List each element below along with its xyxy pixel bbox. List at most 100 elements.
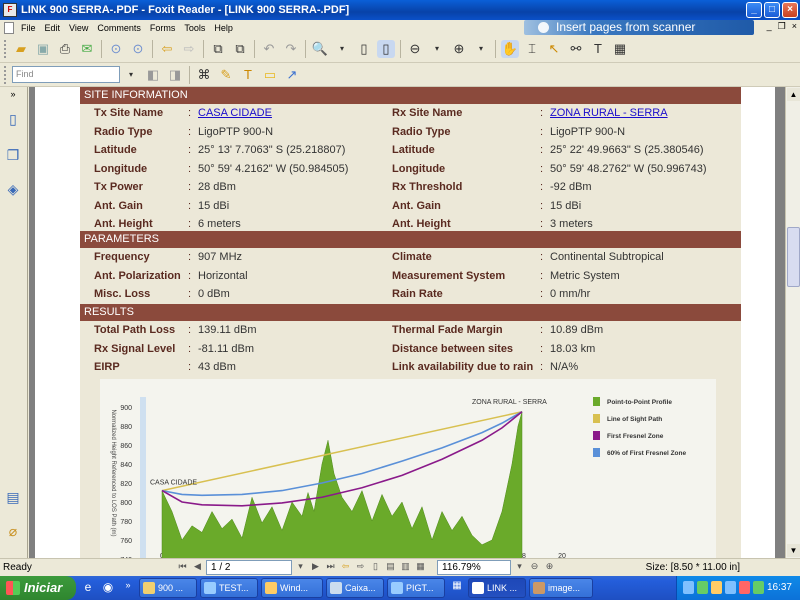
- task-image[interactable]: image...: [529, 578, 593, 598]
- layers-icon[interactable]: ◈: [5, 181, 21, 199]
- scroll-down-icon[interactable]: ▼: [787, 544, 800, 557]
- zoom-in-dropdown-icon[interactable]: ▾: [472, 40, 490, 58]
- zoom-in-icon[interactable]: ⊕: [450, 40, 468, 58]
- toolbar-grip[interactable]: [4, 39, 7, 58]
- row-label-left: Misc. Loss: [94, 288, 151, 300]
- attachment-tool-icon[interactable]: ⌘: [195, 66, 213, 84]
- next-page-status-icon[interactable]: ▶: [309, 561, 322, 574]
- update-icon[interactable]: [753, 581, 764, 594]
- minimize-button[interactable]: _: [746, 2, 762, 18]
- zoom-in-status-icon[interactable]: ⊕: [543, 561, 556, 574]
- find-previous-icon[interactable]: ◧: [144, 66, 162, 84]
- previous-page-icon[interactable]: ⊙: [107, 40, 125, 58]
- task-link[interactable]: LINK ...: [468, 578, 526, 598]
- rx-site-link[interactable]: ZONA RURAL - SERRA: [550, 104, 668, 122]
- page-dropdown-icon[interactable]: ▾: [294, 561, 307, 574]
- menu-tools[interactable]: Tools: [181, 23, 211, 33]
- doc-close-button[interactable]: ×: [792, 21, 797, 32]
- volume-icon[interactable]: [725, 581, 736, 594]
- bookmarks-icon[interactable]: ▯: [5, 111, 21, 129]
- network-icon[interactable]: [683, 581, 694, 594]
- menu-help[interactable]: Help: [211, 23, 239, 33]
- forward-view-icon[interactable]: ⇨: [354, 561, 367, 574]
- fit-width-icon[interactable]: ▯: [377, 39, 395, 58]
- messenger-icon[interactable]: [711, 581, 722, 594]
- comment-tool-icon[interactable]: ▭: [261, 66, 279, 84]
- typewriter-icon[interactable]: T: [589, 40, 607, 58]
- forward-icon[interactable]: ⇨: [180, 40, 198, 58]
- tx-site-link[interactable]: CASA CIDADE: [198, 104, 272, 122]
- menu-file[interactable]: File: [18, 23, 42, 33]
- insert-pages-banner[interactable]: Insert pages from scanner: [524, 20, 754, 35]
- email-icon[interactable]: ✉: [78, 40, 96, 58]
- first-page-icon[interactable]: ⏮: [176, 561, 189, 574]
- zoom-out-dropdown-icon[interactable]: ▾: [428, 40, 446, 58]
- task-caixa[interactable]: Caixa...: [326, 578, 384, 598]
- undo-icon[interactable]: ↶: [260, 40, 278, 58]
- print-icon[interactable]: ⎙: [56, 40, 74, 58]
- collapse-panel-icon[interactable]: »: [5, 89, 21, 107]
- prev-page-icon[interactable]: ◀: [191, 561, 204, 574]
- select-text-icon[interactable]: ⌶: [523, 40, 541, 58]
- find-input[interactable]: Find: [12, 66, 120, 83]
- find-dropdown-icon[interactable]: ▾: [122, 66, 140, 84]
- comments-panel-icon[interactable]: ▤: [5, 489, 21, 507]
- note-tool-icon[interactable]: ✎: [217, 66, 235, 84]
- zoom-out-status-icon[interactable]: ⊖: [528, 561, 541, 574]
- page-number-field[interactable]: 1 / 2: [206, 560, 292, 575]
- fit-page-icon[interactable]: ▯: [355, 40, 373, 58]
- find-next-icon[interactable]: ◨: [166, 66, 184, 84]
- last-page-icon[interactable]: ⏭: [324, 561, 337, 574]
- single-page-icon[interactable]: ▯: [369, 561, 382, 574]
- find-binoculars-icon[interactable]: ⚯: [567, 40, 585, 58]
- start-button[interactable]: Iniciar: [0, 576, 76, 600]
- arrow-tool-icon[interactable]: ↗: [283, 66, 301, 84]
- scroll-up-icon[interactable]: ▲: [787, 88, 800, 101]
- snapshot-icon[interactable]: ▦: [611, 40, 629, 58]
- back-icon[interactable]: ⇦: [158, 40, 176, 58]
- task-test[interactable]: TEST...: [200, 578, 258, 598]
- maximize-button[interactable]: □: [764, 2, 780, 18]
- foxit-app-icon: F: [3, 3, 17, 17]
- document-viewport[interactable]: SITE INFORMATION Tx Site Name: CASA CIDAD…: [29, 87, 785, 558]
- zoom-out-icon[interactable]: ⊖: [406, 40, 424, 58]
- toolbar-grip[interactable]: [4, 65, 7, 84]
- hand-tool-icon[interactable]: ✋: [501, 39, 519, 58]
- vertical-scrollbar[interactable]: ▲ ▼: [785, 87, 800, 558]
- select-annotation-icon[interactable]: ↖: [545, 40, 563, 58]
- firefox-quicklaunch-icon[interactable]: ◉: [100, 580, 116, 596]
- menu-comments[interactable]: Comments: [94, 23, 147, 33]
- menu-forms[interactable]: Forms: [147, 23, 182, 33]
- close-button[interactable]: ×: [782, 2, 798, 18]
- menu-edit[interactable]: Edit: [42, 23, 67, 33]
- open-icon[interactable]: ▰: [12, 40, 30, 58]
- pages-icon[interactable]: ❐: [5, 147, 21, 165]
- facing-icon[interactable]: ▥: [399, 561, 412, 574]
- security-icon[interactable]: [697, 581, 708, 594]
- copy-icon[interactable]: ⧉: [209, 40, 227, 58]
- menu-view[interactable]: View: [66, 23, 94, 33]
- attachments-icon[interactable]: ⌀: [5, 523, 21, 541]
- doc-minimize-button[interactable]: _: [767, 21, 772, 32]
- task-wind[interactable]: Wind...: [261, 578, 323, 598]
- doc-restore-button[interactable]: ❐: [778, 21, 786, 32]
- task-900[interactable]: 900 ...: [139, 578, 197, 598]
- save-icon[interactable]: ▣: [34, 40, 52, 58]
- quicklaunch-expand-icon[interactable]: »: [120, 580, 136, 596]
- taskbar-group-icon[interactable]: ▦: [449, 580, 465, 596]
- zoom-status-dropdown-icon[interactable]: ▾: [513, 561, 526, 574]
- continuous-icon[interactable]: ▤: [384, 561, 397, 574]
- next-page-icon[interactable]: ⊙: [129, 40, 147, 58]
- zoom-field[interactable]: 116.79%: [437, 560, 511, 575]
- zoom-icon[interactable]: 🔍: [311, 40, 329, 58]
- zoom-dropdown-icon[interactable]: ▾: [333, 40, 351, 58]
- text-tool-icon[interactable]: T: [239, 66, 257, 84]
- task-pigt[interactable]: PIGT...: [387, 578, 445, 598]
- continuous-facing-icon[interactable]: ▦: [414, 561, 427, 574]
- scroll-thumb[interactable]: [787, 227, 800, 287]
- antivirus-icon[interactable]: [739, 581, 750, 594]
- paste-icon[interactable]: ⧉: [231, 40, 249, 58]
- ie-quicklaunch-icon[interactable]: e: [80, 580, 96, 596]
- redo-icon[interactable]: ↷: [282, 40, 300, 58]
- back-view-icon[interactable]: ⇦: [339, 561, 352, 574]
